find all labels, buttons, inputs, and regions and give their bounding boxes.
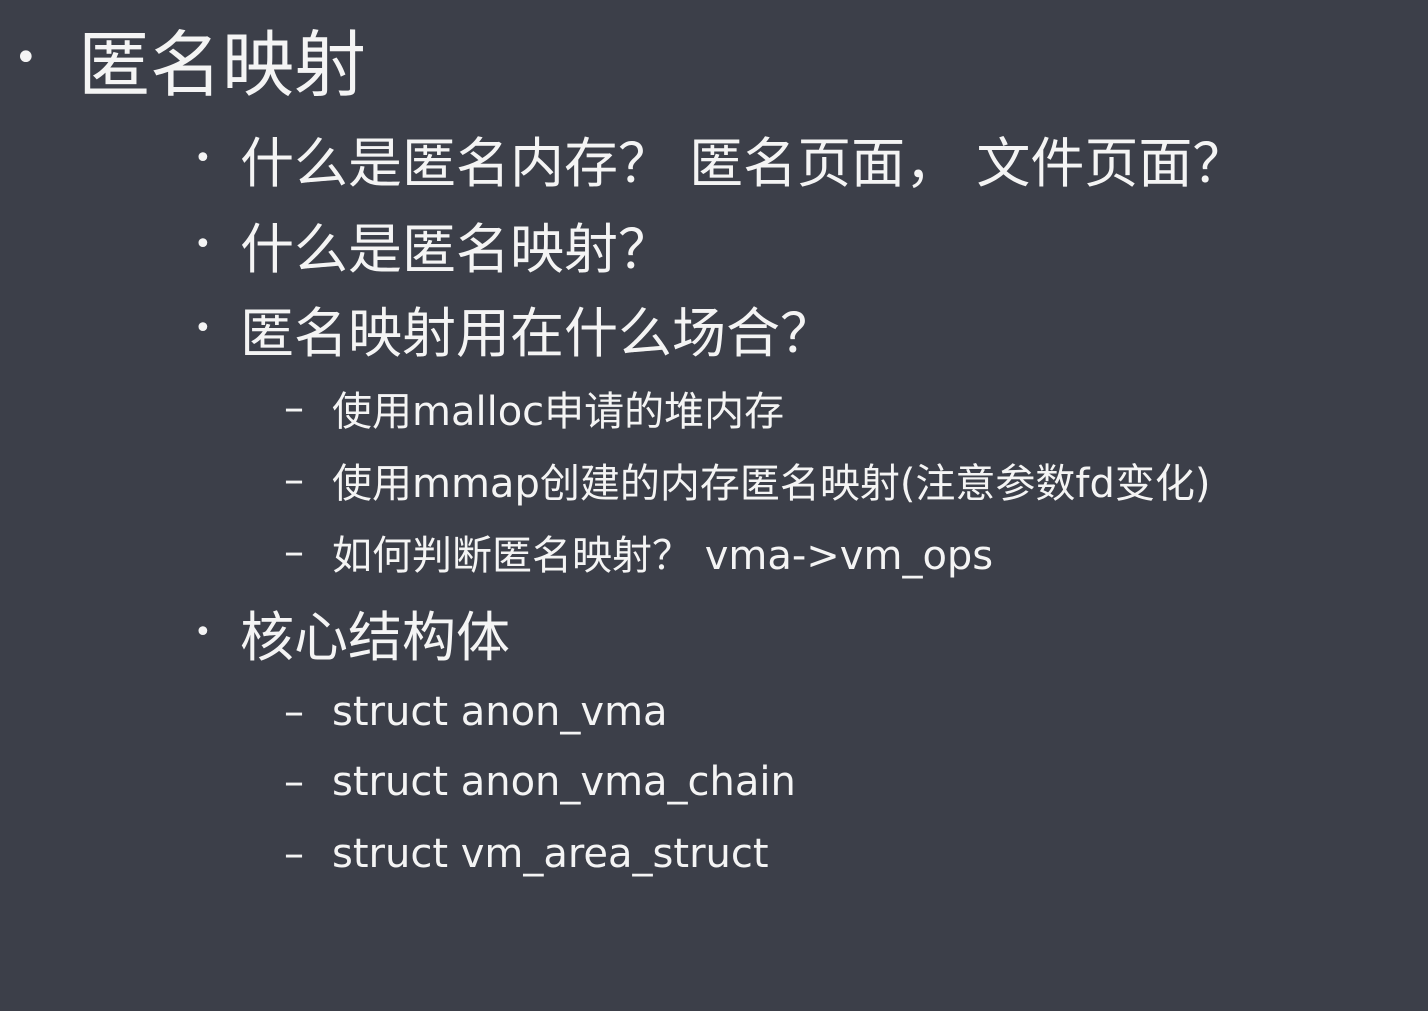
sub-item-text: 使用malloc申请的堆内存 [332, 389, 785, 435]
sub-item-text: struct anon_vma_chain [332, 759, 796, 805]
bullet-item-text: 核心结构体 [240, 605, 510, 669]
sub-item-text: struct vm_area_struct [332, 831, 769, 877]
sub-item-text: struct anon_vma [332, 689, 668, 735]
sub-item: – struct anon_vma [284, 682, 668, 742]
bullet-icon: • [194, 140, 212, 176]
bullet-icon: • [194, 226, 212, 262]
slide: • 匿名映射 • 什么是匿名内存？ 匿名页面， 文件页面？ • 什么是匿名映射？… [0, 0, 1428, 1011]
sub-item: – 使用malloc申请的堆内存 [284, 378, 784, 438]
dash-icon: – [284, 385, 304, 431]
slide-title-text: 匿名映射 [78, 22, 367, 107]
sub-item-text: 使用mmap创建的内存匿名映射(注意参数fd变化) [332, 461, 1211, 507]
bullet-item-4: • 核心结构体 [194, 594, 510, 670]
dash-icon: – [284, 529, 304, 575]
dash-icon: – [284, 831, 304, 877]
bullet-item-text: 什么是匿名映射？ [240, 217, 672, 281]
bullet-item-text: 匿名映射用在什么场合？ [240, 301, 834, 365]
bullet-icon: • [14, 35, 38, 81]
dash-icon: – [284, 759, 304, 805]
bullet-item-text: 什么是匿名内存？ 匿名页面， 文件页面？ [240, 131, 1247, 195]
sub-item: – struct vm_area_struct [284, 824, 769, 884]
bullet-icon: • [194, 310, 212, 346]
sub-item-text: 如何判断匿名映射？ vma->vm_ops [332, 533, 994, 579]
bullet-item-1: • 什么是匿名内存？ 匿名页面， 文件页面？ [194, 120, 1246, 196]
bullet-item-3: • 匿名映射用在什么场合？ [194, 290, 834, 366]
sub-item: – struct anon_vma_chain [284, 752, 796, 812]
slide-title: • 匿名映射 [14, 8, 366, 108]
dash-icon: – [284, 457, 304, 503]
bullet-icon: • [194, 614, 212, 650]
bullet-item-2: • 什么是匿名映射？ [194, 206, 672, 282]
sub-item: – 如何判断匿名映射？ vma->vm_ops [284, 522, 993, 582]
dash-icon: – [284, 689, 304, 735]
sub-item: – 使用mmap创建的内存匿名映射(注意参数fd变化) [284, 450, 1211, 510]
